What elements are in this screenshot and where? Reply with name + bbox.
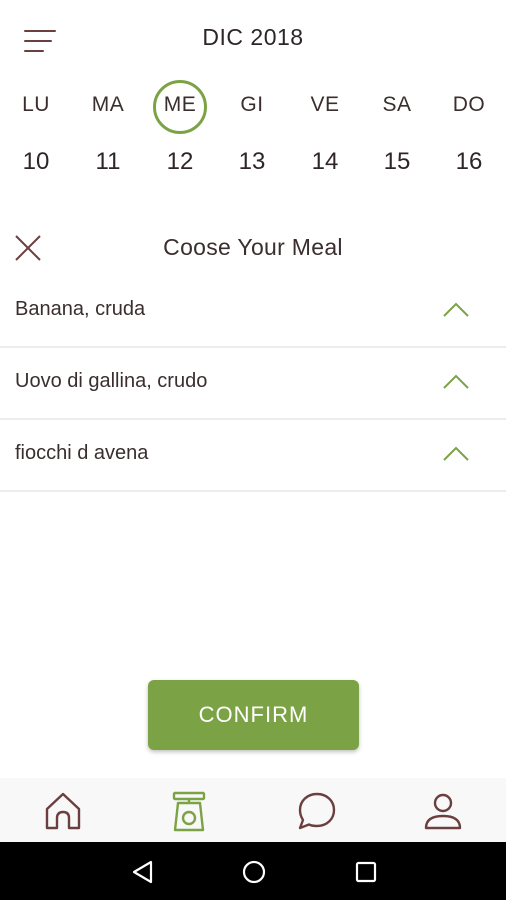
day-name: DO (452, 93, 486, 116)
meal-item[interactable]: Banana, cruda (0, 276, 506, 348)
meal-item-name: fiocchi d avena (15, 442, 149, 464)
meal-item[interactable]: Uovo di gallina, crudo (0, 348, 506, 420)
tab-profile[interactable] (420, 788, 466, 834)
meal-list: Banana, cruda Uovo di gallina, crudo fio… (0, 276, 506, 492)
day-number: 12 (166, 148, 194, 175)
day-name: LU (22, 93, 50, 116)
day-fri[interactable]: VE 14 (289, 86, 361, 186)
day-mon[interactable]: LU 10 (0, 86, 72, 186)
back-triangle-icon (132, 860, 153, 884)
day-sun[interactable]: DO 16 (433, 86, 505, 186)
recents-square-icon (355, 861, 377, 883)
chat-bubble-icon (298, 792, 336, 830)
home-circle-icon (242, 860, 266, 884)
day-name: GI (240, 93, 264, 116)
day-number: 14 (311, 148, 339, 175)
meal-title: Coose Your Meal (163, 234, 343, 260)
meal-header: Coose Your Meal (0, 224, 506, 270)
day-sat[interactable]: SA 15 (361, 86, 433, 186)
day-name: VE (310, 93, 340, 116)
meal-item-name: Uovo di gallina, crudo (15, 370, 208, 392)
chevron-up-icon[interactable] (442, 300, 470, 318)
system-home-button[interactable] (240, 858, 268, 886)
meal-item[interactable]: fiocchi d avena (0, 420, 506, 492)
day-number: 16 (455, 148, 483, 175)
tab-home[interactable] (40, 788, 86, 834)
meal-item-name: Banana, cruda (15, 298, 146, 320)
day-number: 13 (238, 148, 266, 175)
day-wed-selected[interactable]: ME 12 (144, 80, 216, 186)
day-name: SA (382, 93, 412, 116)
system-back-button[interactable] (129, 858, 157, 886)
chevron-up-icon[interactable] (442, 444, 470, 462)
day-number: 10 (22, 148, 50, 175)
month-title[interactable]: DIC 2018 (0, 24, 506, 51)
bottom-tab-bar (0, 778, 506, 842)
scale-icon (172, 791, 206, 832)
chevron-up-icon[interactable] (442, 372, 470, 390)
system-recents-button[interactable] (352, 858, 380, 886)
day-name: ME (163, 93, 197, 116)
home-icon (45, 792, 81, 830)
day-thu[interactable]: GI 13 (216, 86, 288, 186)
tab-scale[interactable] (166, 788, 212, 834)
tab-chat[interactable] (294, 788, 340, 834)
system-navigation-bar (0, 842, 506, 900)
day-tue[interactable]: MA 11 (72, 86, 144, 186)
day-name: MA (91, 93, 125, 116)
user-icon (424, 793, 462, 830)
day-number: 15 (383, 148, 411, 175)
confirm-button[interactable]: CONFIRM (148, 680, 359, 750)
week-strip: LU 10 MA 11 ME 12 GI 13 VE 14 SA 15 DO 1… (0, 80, 506, 186)
day-number: 11 (95, 148, 121, 175)
